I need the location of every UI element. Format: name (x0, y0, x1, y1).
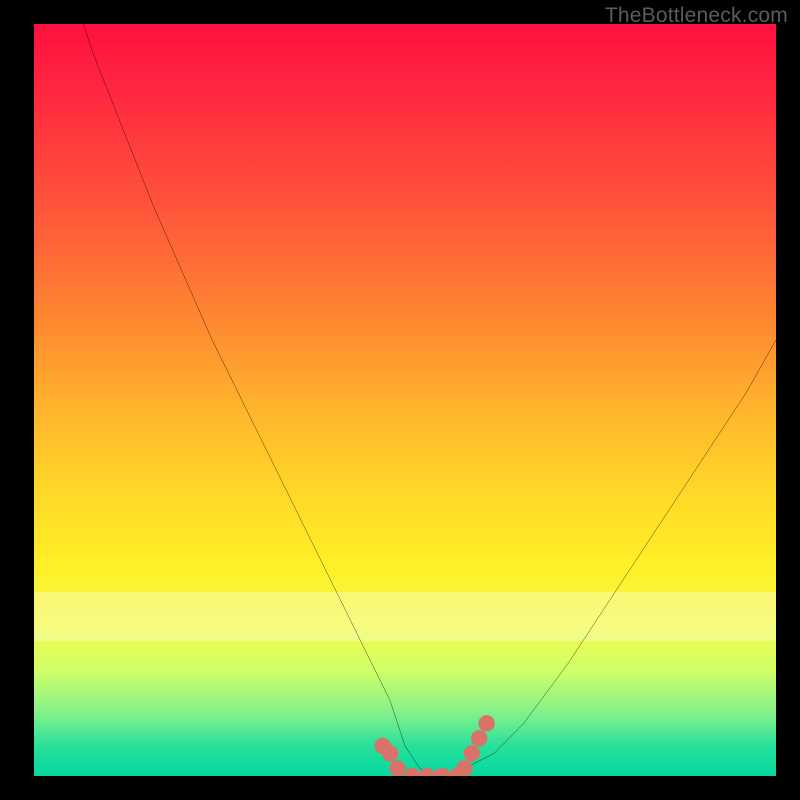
sweet-spot-dot (404, 768, 420, 776)
sweet-spot-dots (375, 715, 495, 776)
curve-layer (34, 24, 776, 776)
sweet-spot-dot (389, 760, 405, 776)
chart-frame: TheBottleneck.com (0, 0, 800, 800)
sweet-spot-dot (456, 760, 472, 776)
sweet-spot-dot (419, 768, 435, 776)
brand-watermark: TheBottleneck.com (605, 4, 788, 28)
bottleneck-curve (34, 24, 776, 776)
sweet-spot-dot (471, 730, 487, 747)
sweet-spot-dot (434, 768, 450, 776)
sweet-spot-dot (478, 715, 494, 732)
sweet-spot-dot (382, 745, 398, 762)
plot-area (34, 24, 776, 776)
sweet-spot-dot (464, 745, 480, 762)
